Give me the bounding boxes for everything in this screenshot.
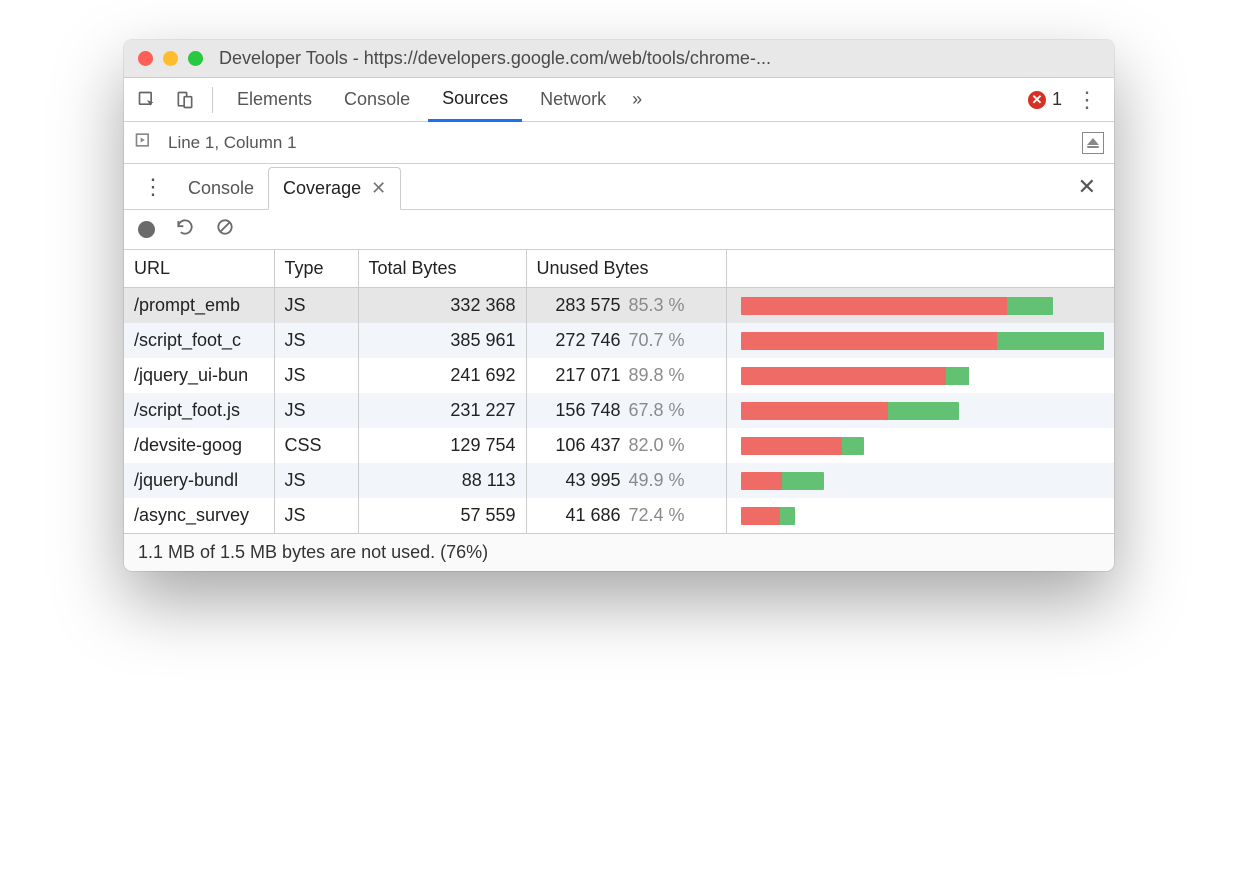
drawer-tab-console[interactable]: Console	[174, 168, 268, 209]
cell-url: /script_foot.js	[124, 393, 274, 428]
column-header-type[interactable]: Type	[274, 250, 358, 288]
cell-total: 129 754	[358, 428, 526, 463]
maximize-window-button[interactable]	[188, 51, 203, 66]
sources-status-bar: Line 1, Column 1	[124, 122, 1114, 164]
column-header-unused[interactable]: Unused Bytes	[526, 250, 726, 288]
table-row[interactable]: /devsite-googCSS129 754106 43782.0 %	[124, 428, 1114, 463]
table-row[interactable]: /jquery_ui-bunJS241 692217 07189.8 %	[124, 358, 1114, 393]
inspect-element-icon[interactable]	[130, 84, 164, 116]
column-header-url[interactable]: URL	[124, 250, 274, 288]
cell-type: JS	[274, 393, 358, 428]
cell-bar	[726, 288, 1114, 324]
traffic-lights	[138, 51, 203, 66]
reload-icon[interactable]	[175, 217, 195, 242]
cell-unused: 283 57585.3 %	[526, 288, 726, 324]
cell-total: 231 227	[358, 393, 526, 428]
drawer-tabbar: ⋮ Console Coverage ✕ ✕	[124, 164, 1114, 210]
cursor-position: Line 1, Column 1	[168, 133, 297, 153]
cell-type: JS	[274, 323, 358, 358]
devtools-window: Developer Tools - https://developers.goo…	[124, 40, 1114, 571]
divider	[212, 87, 213, 113]
cell-url: /jquery-bundl	[124, 463, 274, 498]
close-window-button[interactable]	[138, 51, 153, 66]
usage-bar	[741, 437, 865, 455]
cell-type: JS	[274, 358, 358, 393]
cell-total: 332 368	[358, 288, 526, 324]
cell-total: 385 961	[358, 323, 526, 358]
cell-url: /devsite-goog	[124, 428, 274, 463]
cell-url: /prompt_emb	[124, 288, 274, 324]
tab-elements[interactable]: Elements	[223, 78, 326, 122]
usage-bar	[741, 297, 1054, 315]
tab-network[interactable]: Network	[526, 78, 620, 122]
coverage-toolbar	[124, 210, 1114, 250]
more-tabs-chevron-icon[interactable]: »	[624, 89, 650, 110]
main-menu-kebab-icon[interactable]: ⋮	[1066, 87, 1108, 113]
tab-sources[interactable]: Sources	[428, 78, 522, 122]
cell-total: 57 559	[358, 498, 526, 533]
column-header-bar[interactable]	[726, 250, 1114, 288]
tab-console[interactable]: Console	[330, 78, 424, 122]
drawer-tab-coverage[interactable]: Coverage ✕	[268, 167, 401, 210]
drawer-tab-coverage-label: Coverage	[283, 178, 361, 199]
record-button-icon[interactable]	[138, 221, 155, 238]
close-drawer-icon[interactable]: ✕	[1068, 174, 1106, 200]
error-icon: ✕	[1028, 91, 1046, 109]
coverage-status: 1.1 MB of 1.5 MB bytes are not used. (76…	[124, 533, 1114, 571]
cell-url: /async_survey	[124, 498, 274, 533]
cell-bar	[726, 498, 1114, 533]
window-title: Developer Tools - https://developers.goo…	[219, 48, 1100, 69]
titlebar: Developer Tools - https://developers.goo…	[124, 40, 1114, 78]
cell-unused: 156 74867.8 %	[526, 393, 726, 428]
table-row[interactable]: /prompt_embJS332 368283 57585.3 %	[124, 288, 1114, 324]
clear-icon[interactable]	[215, 217, 235, 242]
table-row[interactable]: /script_foot_cJS385 961272 74670.7 %	[124, 323, 1114, 358]
cell-bar	[726, 358, 1114, 393]
navigator-toggle-icon[interactable]	[134, 130, 154, 155]
usage-bar	[741, 507, 796, 525]
close-tab-icon[interactable]: ✕	[371, 178, 386, 199]
minimize-window-button[interactable]	[163, 51, 178, 66]
usage-bar	[741, 402, 959, 420]
cell-bar	[726, 323, 1114, 358]
cell-type: CSS	[274, 428, 358, 463]
cell-unused: 217 07189.8 %	[526, 358, 726, 393]
cell-bar	[726, 393, 1114, 428]
main-tabbar: Elements Console Sources Network » ✕ 1 ⋮	[124, 78, 1114, 122]
drawer-menu-kebab-icon[interactable]: ⋮	[132, 174, 174, 200]
table-row[interactable]: /jquery-bundlJS88 11343 99549.9 %	[124, 463, 1114, 498]
column-header-total[interactable]: Total Bytes	[358, 250, 526, 288]
cell-bar	[726, 428, 1114, 463]
cell-type: JS	[274, 498, 358, 533]
cell-unused: 106 43782.0 %	[526, 428, 726, 463]
table-row[interactable]: /script_foot.jsJS231 227156 74867.8 %	[124, 393, 1114, 428]
cell-type: JS	[274, 463, 358, 498]
device-toolbar-icon[interactable]	[168, 84, 202, 116]
error-count: 1	[1052, 89, 1062, 110]
cell-total: 241 692	[358, 358, 526, 393]
usage-bar	[741, 472, 825, 490]
usage-bar	[741, 332, 1105, 350]
usage-bar	[741, 367, 970, 385]
cell-url: /script_foot_c	[124, 323, 274, 358]
cell-total: 88 113	[358, 463, 526, 498]
error-indicator[interactable]: ✕ 1	[1028, 89, 1062, 110]
cell-unused: 272 74670.7 %	[526, 323, 726, 358]
cell-unused: 41 68672.4 %	[526, 498, 726, 533]
cell-unused: 43 99549.9 %	[526, 463, 726, 498]
coverage-table: URL Type Total Bytes Unused Bytes /promp…	[124, 250, 1114, 533]
cell-type: JS	[274, 288, 358, 324]
table-row[interactable]: /async_surveyJS57 55941 68672.4 %	[124, 498, 1114, 533]
cell-bar	[726, 463, 1114, 498]
show-drawer-icon[interactable]	[1082, 132, 1104, 154]
cell-url: /jquery_ui-bun	[124, 358, 274, 393]
